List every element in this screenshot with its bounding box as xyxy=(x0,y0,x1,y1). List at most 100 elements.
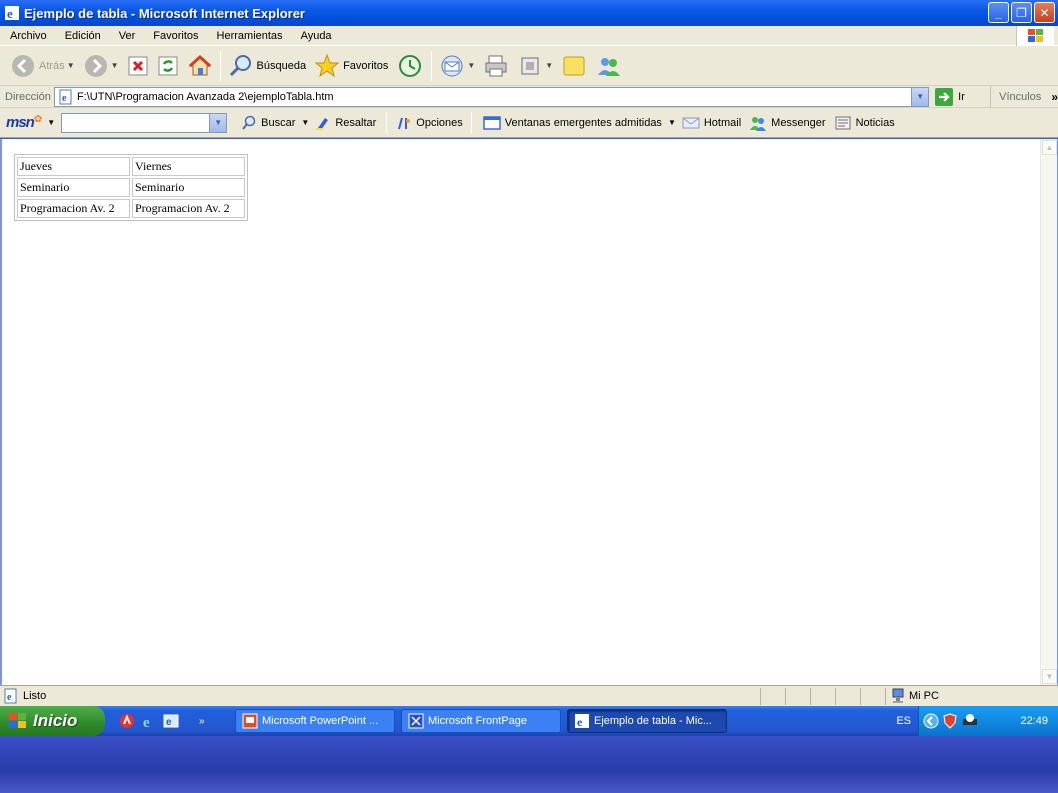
status-divider xyxy=(760,688,761,705)
note-icon xyxy=(563,56,585,75)
ie-quick-launch-icon[interactable]: e xyxy=(141,713,157,729)
msn-butterfly-icon: ✿ xyxy=(33,114,42,125)
svg-text:e: e xyxy=(62,93,67,104)
status-divider xyxy=(810,688,811,705)
discuss-button[interactable] xyxy=(557,50,591,82)
task-label: Microsoft PowerPoint ... xyxy=(262,715,379,727)
quick-launch-app-icon[interactable] xyxy=(119,713,135,729)
favorites-label: Favoritos xyxy=(343,59,389,72)
refresh-button[interactable] xyxy=(153,50,183,82)
search-button[interactable]: Búsqueda xyxy=(224,50,311,82)
links-chevron-icon[interactable]: » xyxy=(1051,90,1058,104)
address-label: Dirección xyxy=(5,90,51,103)
msn-search-options-icon[interactable]: ▼ xyxy=(301,118,309,127)
messenger-toolbar-button[interactable] xyxy=(591,50,627,82)
popup-window-icon xyxy=(483,115,501,130)
messenger-icon xyxy=(750,116,767,131)
language-indicator[interactable]: ES xyxy=(896,715,911,727)
msn-search-button[interactable]: Buscar ▼ xyxy=(241,115,315,131)
popups-button[interactable]: Ventanas emergentes admitidas ▼ xyxy=(483,115,682,131)
vertical-scrollbar[interactable]: ▲ ▼ xyxy=(1040,139,1057,685)
table-cell: Programacion Av. 2 xyxy=(17,199,130,218)
menu-edicion[interactable]: Edición xyxy=(55,30,109,42)
search-label: Búsqueda xyxy=(256,59,307,72)
scroll-down-icon[interactable]: ▼ xyxy=(1042,669,1057,684)
envelope-icon xyxy=(682,117,700,128)
minimize-button[interactable]: _ xyxy=(988,2,1009,23)
forward-dropdown-icon[interactable]: ▼ xyxy=(111,61,119,70)
window-title: Ejemplo de tabla - Microsoft Internet Ex… xyxy=(24,5,305,21)
back-dropdown-icon[interactable]: ▼ xyxy=(67,61,75,70)
toolbar-separator xyxy=(431,50,433,81)
refresh-icon xyxy=(158,56,178,75)
mail-dropdown-icon[interactable]: ▼ xyxy=(467,61,475,70)
network-icon[interactable] xyxy=(961,713,979,729)
menu-ayuda[interactable]: Ayuda xyxy=(291,30,340,42)
highlight-button[interactable]: Resaltar xyxy=(315,115,376,131)
options-button[interactable]: Opciones xyxy=(396,115,463,131)
msn-search-input[interactable]: ▼ xyxy=(61,112,228,133)
close-button[interactable]: ✕ xyxy=(1034,2,1055,23)
address-input[interactable]: e F:\UTN\Programacion Avanzada 2\ejemplo… xyxy=(53,86,930,107)
title-bar[interactable]: e Ejemplo de tabla - Microsoft Internet … xyxy=(0,0,1058,26)
links-label[interactable]: Vínculos xyxy=(990,85,1041,108)
hotmail-button[interactable]: Hotmail xyxy=(682,116,741,130)
highlighter-icon xyxy=(316,117,329,130)
menu-herramientas[interactable]: Herramientas xyxy=(207,30,291,42)
svg-text:e: e xyxy=(7,692,12,703)
toolbar-separator xyxy=(219,50,221,81)
history-button[interactable] xyxy=(392,50,428,82)
back-arrow-icon xyxy=(12,54,34,77)
taskbar-item-powerpoint[interactable]: Microsoft PowerPoint ... xyxy=(235,709,395,733)
address-dropdown-icon[interactable]: ▼ xyxy=(911,87,929,106)
start-label: Inicio xyxy=(33,711,78,730)
edit-dropdown-icon[interactable]: ▼ xyxy=(545,61,553,70)
star-icon xyxy=(314,53,340,77)
status-bar: e Listo Mi PC xyxy=(0,685,1058,706)
clock[interactable]: 22:49 xyxy=(1020,715,1048,727)
forward-button[interactable]: ▼ xyxy=(79,50,123,82)
security-shield-icon[interactable] xyxy=(942,713,958,729)
go-button[interactable]: Ir xyxy=(935,87,985,106)
messenger-button[interactable]: Messenger xyxy=(749,115,826,131)
status-divider xyxy=(785,688,786,705)
tray-expand-icon[interactable] xyxy=(923,713,939,729)
desktop-background xyxy=(0,736,1058,793)
windows-flag-icon xyxy=(1016,26,1054,46)
start-button[interactable]: Inicio xyxy=(0,706,105,736)
back-button[interactable]: Atrás ▼ xyxy=(6,50,79,82)
messenger-label: Messenger xyxy=(771,116,826,129)
svg-text:e: e xyxy=(7,6,13,21)
edit-button[interactable]: ▼ xyxy=(513,50,557,82)
stop-button[interactable] xyxy=(123,50,153,82)
news-button[interactable]: Noticias xyxy=(834,115,895,131)
mail-button[interactable]: ▼ xyxy=(435,50,479,82)
msn-search-dropdown-icon[interactable]: ▼ xyxy=(209,113,227,132)
home-icon xyxy=(188,54,211,75)
options-label: Opciones xyxy=(416,116,463,129)
quick-launch-chevron-icon[interactable]: » xyxy=(199,716,205,727)
menu-archivo[interactable]: Archivo xyxy=(0,30,55,42)
print-button[interactable] xyxy=(479,50,513,82)
msn-logo[interactable]: msn✿ xyxy=(6,114,42,131)
favorites-button[interactable]: Favoritos xyxy=(310,50,392,82)
address-bar: Dirección e F:\UTN\Programacion Avanzada… xyxy=(0,85,1058,108)
home-button[interactable] xyxy=(183,50,217,82)
taskbar-item-frontpage[interactable]: Microsoft FrontPage xyxy=(401,709,561,733)
menu-favoritos[interactable]: Favoritos xyxy=(143,30,206,42)
hotmail-label: Hotmail xyxy=(703,116,742,129)
newspaper-icon xyxy=(835,116,851,129)
popups-dropdown-icon[interactable]: ▼ xyxy=(668,118,676,127)
taskbar-item-ie[interactable]: e Ejemplo de tabla - Mic... xyxy=(567,709,727,733)
search-icon xyxy=(229,54,251,76)
options-icon xyxy=(398,117,411,129)
msn-toolbar: msn✿ ▼ ▼ Buscar ▼ Resaltar Opciones Vent… xyxy=(0,108,1058,138)
menu-ver[interactable]: Ver xyxy=(109,30,144,42)
show-desktop-icon[interactable]: e xyxy=(163,713,179,729)
scroll-up-icon[interactable]: ▲ xyxy=(1042,140,1057,155)
maximize-button[interactable]: ❐ xyxy=(1011,2,1032,23)
msn-dropdown-icon[interactable]: ▼ xyxy=(47,118,55,127)
status-divider xyxy=(885,688,886,705)
printer-icon xyxy=(485,55,507,76)
ie-page-icon: e xyxy=(59,89,72,104)
